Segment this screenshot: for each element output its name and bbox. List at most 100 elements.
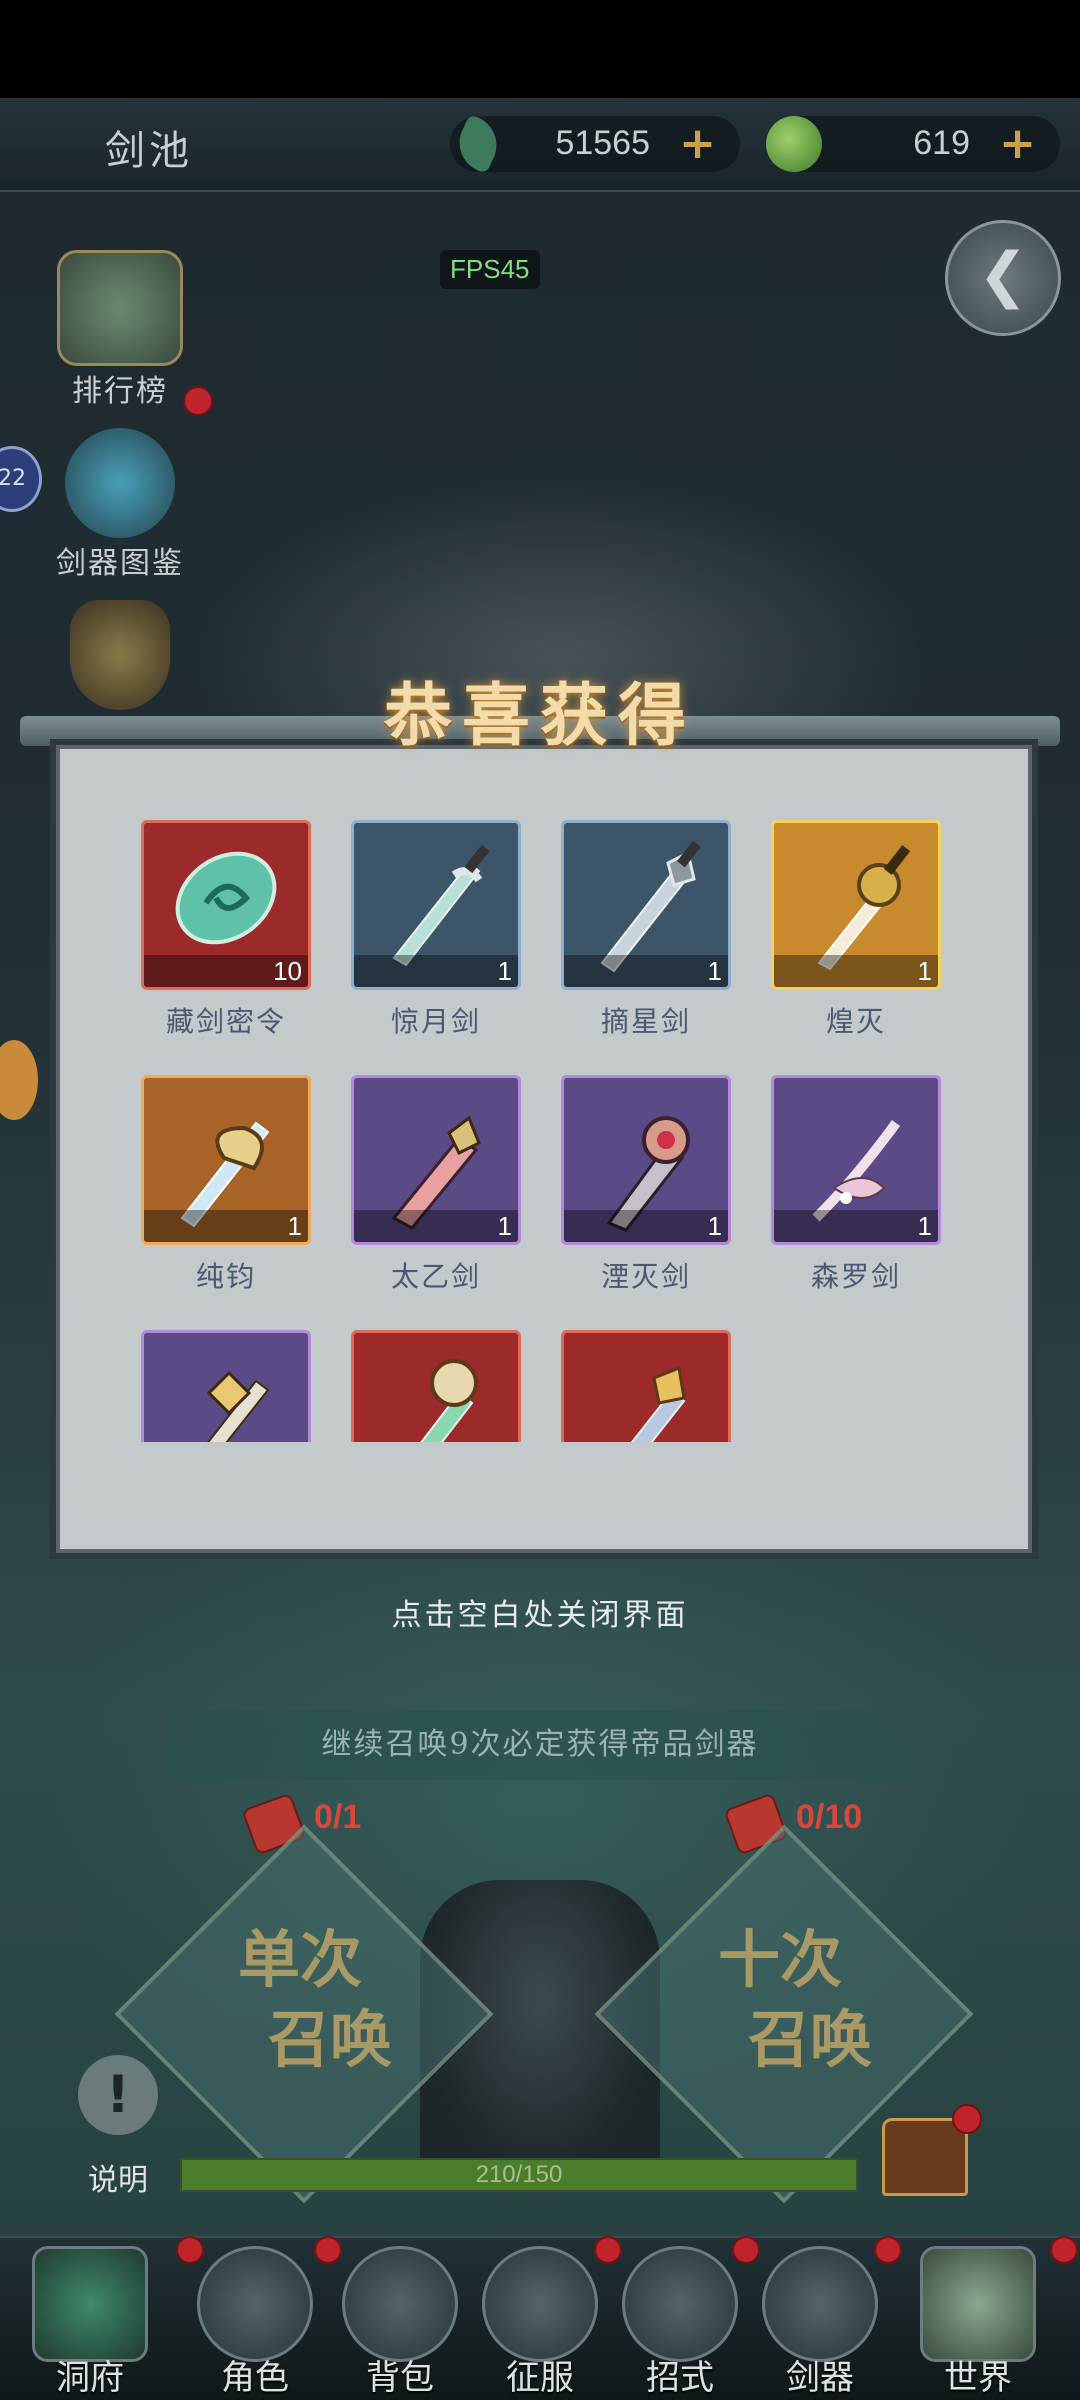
pity-notice: 继续召唤9次必定获得帝品剑器 bbox=[170, 1710, 910, 1780]
item-quantity: 1 bbox=[707, 1211, 722, 1241]
sword-icon bbox=[420, 1359, 478, 1442]
nav-label: 背包 bbox=[366, 2358, 434, 2398]
sidebar-item-sword-codex[interactable]: 剑器图鉴 bbox=[40, 428, 200, 582]
item-slot: 1 bbox=[561, 1075, 731, 1245]
single-summon-label-2: 召唤 bbox=[267, 2003, 392, 2076]
nav-item-sword[interactable]: 剑器 bbox=[750, 2246, 890, 2398]
scroll-icon bbox=[622, 2246, 738, 2362]
item-name: 森罗剑 bbox=[810, 1260, 901, 1293]
fps-counter: FPS45 bbox=[440, 250, 540, 289]
item-quantity: 1 bbox=[707, 956, 722, 986]
item-name: 太乙剑 bbox=[390, 1260, 481, 1293]
nav-item-conquer[interactable]: 征服 bbox=[470, 2246, 610, 2398]
back-arrow-icon: ❮ bbox=[977, 240, 1029, 310]
item-quantity: 1 bbox=[917, 956, 932, 986]
item-slot: 1 bbox=[351, 1075, 521, 1245]
reward-title: 恭喜获得 bbox=[383, 676, 696, 756]
item-quantity: 10 bbox=[273, 956, 302, 986]
world-map-icon bbox=[920, 2246, 1036, 2362]
reward-item[interactable]: 10 藏剑密令 bbox=[141, 820, 311, 1040]
item-slot: 1 bbox=[351, 820, 521, 990]
item-slot: 1 bbox=[771, 1075, 941, 1245]
reward-item[interactable]: 1 惊月剑 bbox=[351, 820, 521, 1040]
notification-dot bbox=[732, 2236, 760, 2264]
item-slot: 1 bbox=[561, 820, 731, 990]
qty-bar bbox=[774, 1210, 938, 1242]
character-icon bbox=[197, 2246, 313, 2362]
nav-item-character[interactable]: 角色 bbox=[185, 2246, 325, 2398]
notification-dot bbox=[176, 2236, 204, 2264]
item-slot: 1 bbox=[141, 1075, 311, 1245]
reward-item[interactable]: 1 摘星剑 bbox=[561, 820, 731, 1040]
notification-dot bbox=[594, 2236, 622, 2264]
ten-summon-label: 十次 召唤 bbox=[650, 1920, 910, 2080]
item-slot bbox=[561, 1330, 731, 1442]
reward-item[interactable]: 1 湮灭剑 bbox=[561, 1075, 731, 1295]
coin-count: 619 bbox=[913, 124, 970, 162]
progress-text: 210/150 bbox=[475, 2161, 563, 2188]
item-slot bbox=[141, 1330, 311, 1442]
sword-spirit-icon bbox=[762, 2246, 878, 2362]
item-quantity: 1 bbox=[287, 1211, 302, 1241]
summon-progress-bar: 210/150 bbox=[180, 2158, 858, 2192]
qty-bar bbox=[774, 955, 938, 987]
single-summon-label-1: 单次 bbox=[237, 1923, 362, 1996]
exclamation-icon[interactable]: ! bbox=[78, 2055, 158, 2135]
single-summon-count: 0/1 bbox=[314, 1798, 362, 1836]
sword-codex-icon bbox=[65, 428, 175, 538]
item-name: 纯钧 bbox=[195, 1260, 256, 1293]
nav-item-moves[interactable]: 招式 bbox=[610, 2246, 750, 2398]
single-summon-label: 单次 召唤 bbox=[170, 1920, 430, 2080]
nav-label: 角色 bbox=[221, 2358, 289, 2398]
status-bar bbox=[0, 0, 1080, 98]
sword-icon bbox=[206, 1370, 270, 1442]
backpack-icon bbox=[342, 2246, 458, 2362]
item-name: 惊月剑 bbox=[390, 1005, 481, 1038]
crossed-swords-icon bbox=[482, 2246, 598, 2362]
cave-dwelling-icon bbox=[32, 2246, 148, 2362]
add-coin-button[interactable]: + bbox=[999, 118, 1036, 169]
reward-item[interactable] bbox=[141, 1330, 311, 1442]
nav-item-dwelling[interactable]: 洞府 bbox=[20, 2246, 160, 2398]
qty-bar bbox=[144, 1210, 308, 1242]
item-slot: 10 bbox=[141, 820, 311, 990]
nav-item-world[interactable]: 世界 bbox=[908, 2246, 1048, 2398]
back-button[interactable]: ❮ bbox=[945, 220, 1061, 336]
ten-summon-label-1: 十次 bbox=[717, 1923, 842, 1996]
nav-label: 洞府 bbox=[56, 2358, 124, 2398]
reward-item[interactable]: 1 森罗剑 bbox=[771, 1075, 941, 1295]
reward-item[interactable]: 1 纯钧 bbox=[141, 1075, 311, 1295]
notification-dot bbox=[183, 386, 213, 416]
item-name: 藏剑密令 bbox=[165, 1005, 286, 1038]
sidebar-item-label: 排行榜 bbox=[72, 374, 168, 409]
close-hint[interactable]: 点击空白处关闭界面 bbox=[0, 1590, 1080, 1634]
ten-summon-count: 0/10 bbox=[796, 1798, 863, 1836]
reward-item[interactable] bbox=[351, 1330, 521, 1442]
nav-label: 征服 bbox=[506, 2358, 574, 2398]
sword-icon bbox=[630, 1365, 686, 1442]
nav-label: 剑器 bbox=[786, 2358, 854, 2398]
nav-item-backpack[interactable]: 背包 bbox=[330, 2246, 470, 2398]
item-slot bbox=[351, 1330, 521, 1442]
notification-dot bbox=[314, 2236, 342, 2264]
sidebar-item-leaderboard[interactable]: 排行榜 bbox=[40, 250, 200, 410]
reward-grid: 10 藏剑密令 1 惊月剑 1 摘星剑 1 煌灭 1 纯钧 1 太乙剑 1 湮灭… bbox=[56, 765, 1024, 1442]
reward-item[interactable] bbox=[561, 1330, 731, 1442]
qty-bar bbox=[354, 1210, 518, 1242]
notification-dot bbox=[874, 2236, 902, 2264]
add-gem-button[interactable]: + bbox=[679, 118, 716, 169]
nav-label: 招式 bbox=[646, 2358, 714, 2398]
help-label[interactable]: 说明 bbox=[88, 2155, 148, 2199]
item-name: 煌灭 bbox=[825, 1005, 886, 1038]
jade-coin-icon bbox=[766, 116, 822, 172]
item-quantity: 1 bbox=[917, 1211, 932, 1241]
qty-bar bbox=[564, 1210, 728, 1242]
qty-bar bbox=[354, 955, 518, 987]
treasure-chest-icon[interactable] bbox=[882, 2118, 968, 2196]
qty-bar bbox=[564, 955, 728, 987]
item-name: 摘星剑 bbox=[600, 1005, 691, 1038]
leaderboard-icon bbox=[57, 250, 183, 366]
reward-item[interactable]: 1 太乙剑 bbox=[351, 1075, 521, 1295]
reward-item[interactable]: 1 煌灭 bbox=[771, 820, 941, 1040]
gem-count: 51565 bbox=[555, 124, 650, 162]
